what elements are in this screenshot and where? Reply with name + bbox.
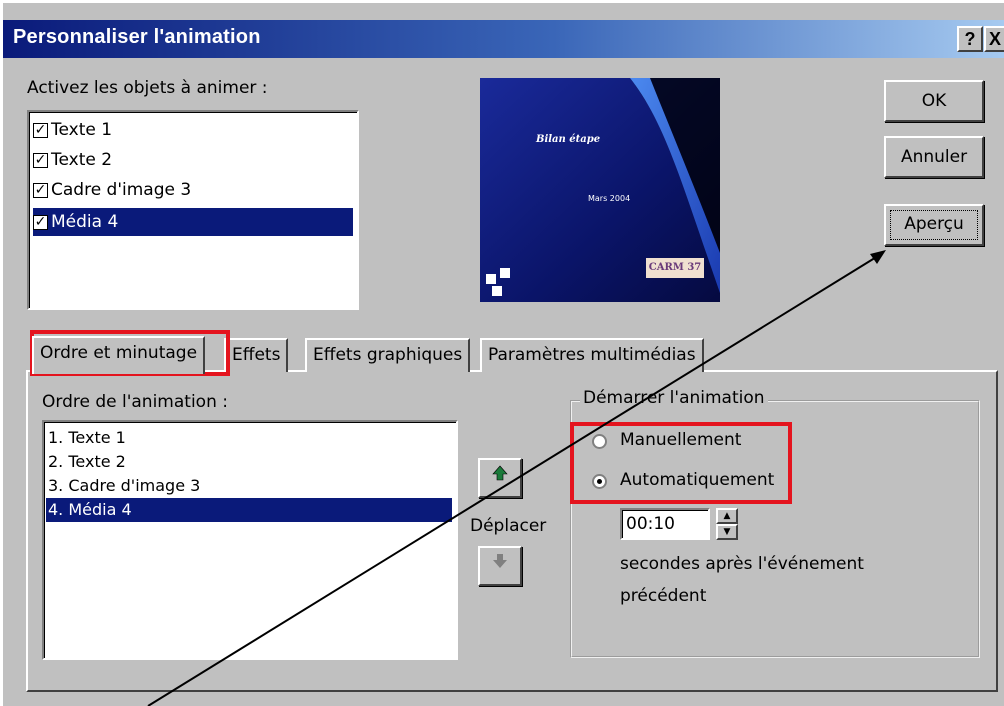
cancel-button[interactable]: Annuler <box>884 136 984 178</box>
tab-effets-graphiques[interactable]: Effets graphiques <box>305 338 471 372</box>
time-spinner[interactable]: ▲ ▼ <box>716 508 738 540</box>
order-item[interactable]: 3. Cadre d'image 3 <box>46 474 200 498</box>
order-label: Ordre de l'animation : <box>42 392 228 412</box>
checkbox-checked-icon[interactable]: ✓ <box>33 214 48 230</box>
slide-title: Bilan étape <box>536 134 601 145</box>
time-description-line1: secondes après l'événement <box>620 554 864 574</box>
spin-up-icon[interactable]: ▲ <box>716 508 738 524</box>
tab-ordre-minutage[interactable]: Ordre et minutage <box>32 336 206 374</box>
order-item-selected[interactable]: 4. Média 4 <box>46 498 452 522</box>
checkbox-checked-icon[interactable]: ✓ <box>33 122 48 138</box>
arrow-up-icon <box>492 465 508 481</box>
radio-manual-label: Manuellement <box>620 430 742 450</box>
order-list[interactable]: 1. Texte 1 2. Texte 2 3. Cadre d'image 3… <box>42 420 458 660</box>
tab-effets[interactable]: Effets <box>224 338 289 372</box>
object-item-texte-1[interactable]: ✓ Texte 1 <box>33 116 112 144</box>
checkbox-checked-icon[interactable]: ✓ <box>33 152 48 168</box>
radio-auto-label: Automatiquement <box>620 470 775 490</box>
radio-manual[interactable]: Manuellement <box>592 430 792 456</box>
move-label: Déplacer <box>470 516 547 536</box>
time-description-line2: précédent <box>620 586 707 606</box>
window-title: Personnaliser l'animation <box>13 26 261 48</box>
order-item[interactable]: 1. Texte 1 <box>46 426 126 450</box>
object-item-texte-2[interactable]: ✓ Texte 2 <box>33 146 112 174</box>
object-item-cadre-image-3[interactable]: ✓ Cadre d'image 3 <box>33 176 191 204</box>
checkbox-checked-icon[interactable]: ✓ <box>33 182 48 198</box>
order-item[interactable]: 2. Texte 2 <box>46 450 126 474</box>
move-down-button[interactable] <box>478 546 522 586</box>
radio-auto[interactable]: Automatiquement <box>592 470 802 496</box>
radio-unchecked-icon[interactable] <box>592 434 607 449</box>
move-up-button[interactable] <box>478 458 522 498</box>
arrow-down-icon <box>493 554 507 568</box>
tab-parametres-multimedias[interactable]: Paramètres multimédias <box>480 338 704 372</box>
objects-label: Activez les objets à animer : <box>27 78 268 98</box>
object-item-media-4[interactable]: ✓ Média 4 <box>33 208 353 236</box>
preview-button[interactable]: Aperçu <box>884 204 984 246</box>
radio-checked-icon[interactable] <box>592 474 607 489</box>
spin-down-icon[interactable]: ▼ <box>716 524 738 540</box>
slide-logo: CARM 37 <box>646 258 704 278</box>
ok-button[interactable]: OK <box>884 80 984 122</box>
objects-list[interactable]: ✓ Texte 1 ✓ Texte 2 ✓ Cadre d'image 3 ✓ … <box>27 110 359 310</box>
close-button[interactable]: X <box>984 26 1004 52</box>
help-button[interactable]: ? <box>957 26 983 52</box>
start-group-label: Démarrer l'animation <box>580 388 768 408</box>
slide-preview: Bilan étape Mars 2004 CARM 37 <box>480 78 720 302</box>
title-bar: Personnaliser l'animation ? X <box>3 20 1004 58</box>
time-input[interactable]: 00:10 <box>620 508 710 540</box>
slide-date: Mars 2004 <box>588 194 631 203</box>
